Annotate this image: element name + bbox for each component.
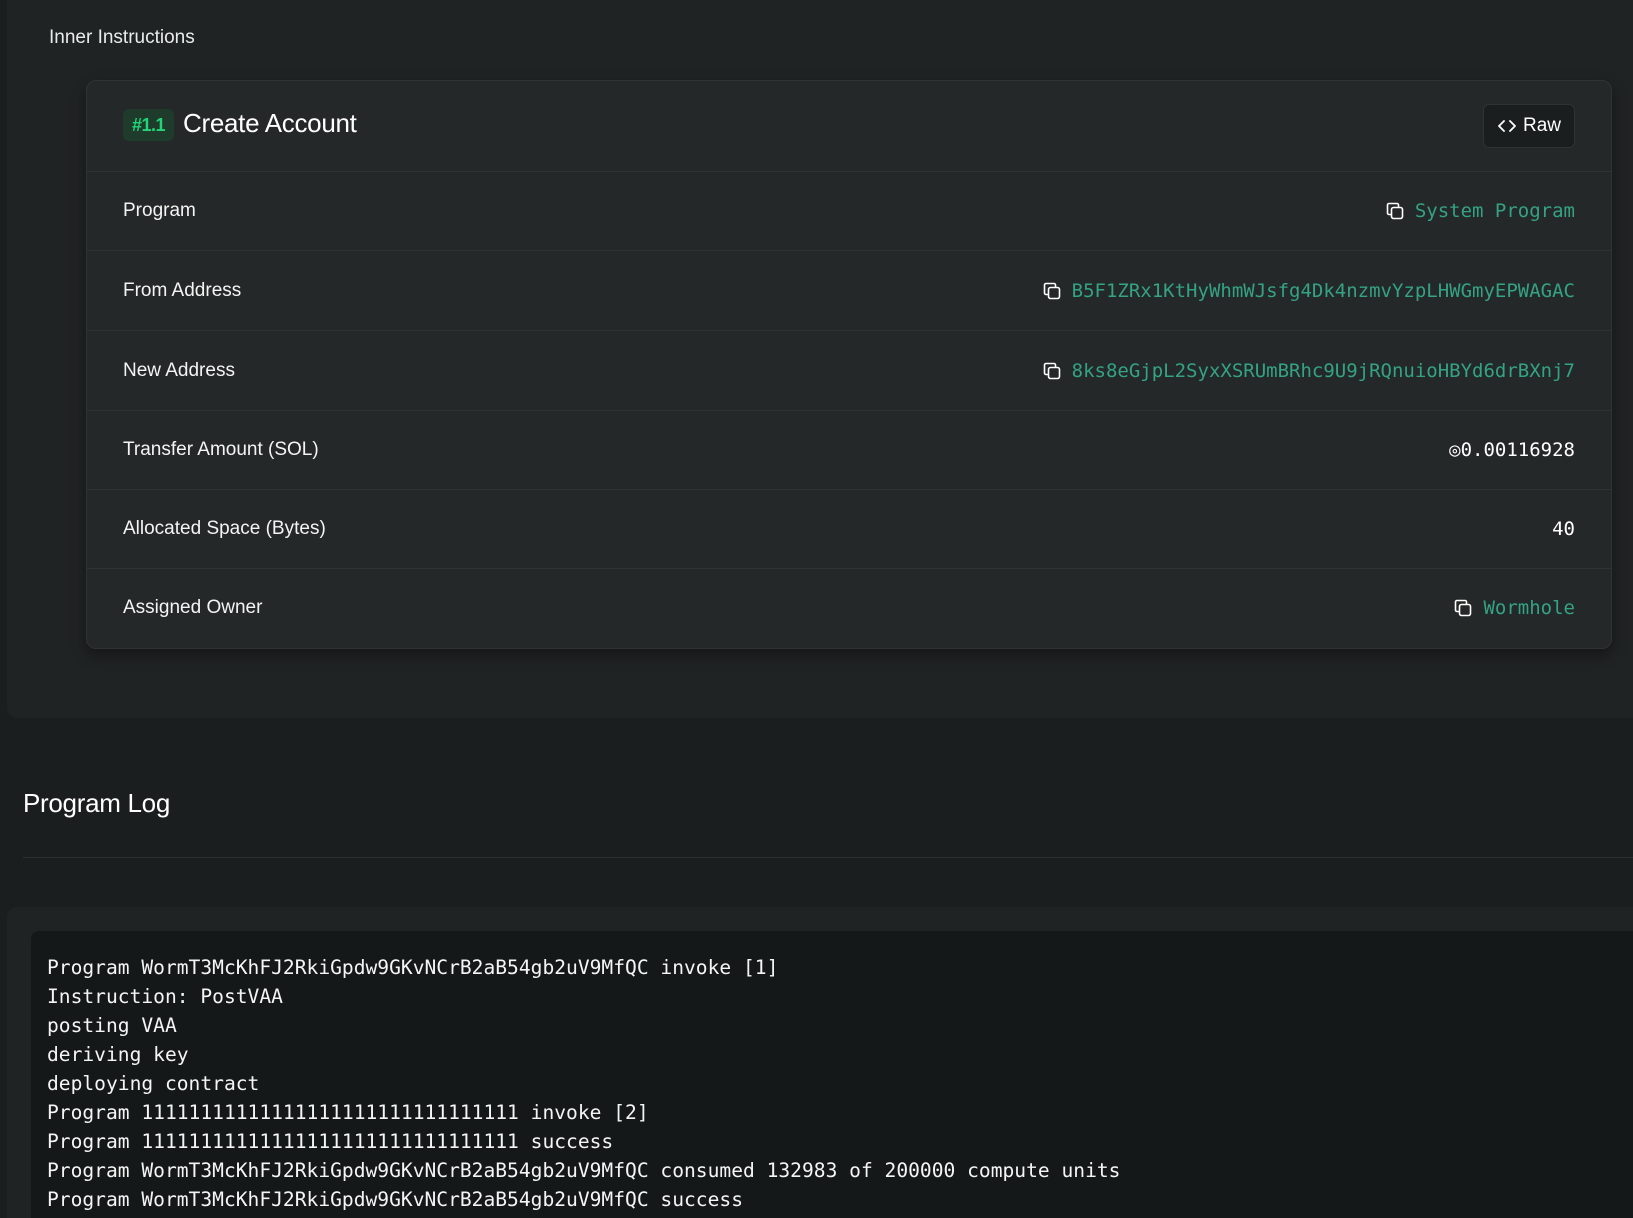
allocated-space-value: 40 [1552, 518, 1575, 540]
instruction-title: Create Account [183, 108, 357, 138]
copy-icon[interactable] [1042, 281, 1062, 301]
inner-instructions-title: Inner Instructions [49, 27, 195, 48]
row-label: Program [123, 200, 196, 221]
log-line: posting VAA [47, 1014, 177, 1037]
instruction-header: #1.1 Create Account Raw [87, 81, 1611, 172]
log-line: Program WormT3McKhFJ2RkiGpdw9GKvNCrB2aB5… [47, 956, 779, 979]
program-log-box: Program WormT3McKhFJ2RkiGpdw9GKvNCrB2aB5… [31, 931, 1633, 1218]
row-value[interactable]: 8ks8eGjpL2SyxXSRUmBRhc9U9jRQnuioHBYd6drB… [1072, 360, 1575, 382]
log-line: deploying contract [47, 1072, 260, 1095]
from-address-link[interactable]: B5F1ZRx1KtHyWhmWJsfg4Dk4nzmvYzpLHWGmyEPW… [1042, 280, 1575, 302]
raw-button-label: Raw [1522, 115, 1561, 136]
row-value[interactable]: B5F1ZRx1KtHyWhmWJsfg4Dk4nzmvYzpLHWGmyEPW… [1072, 280, 1575, 302]
row-value[interactable]: System Program [1415, 200, 1575, 222]
assigned-owner-link[interactable]: Wormhole [1453, 597, 1575, 619]
program-log-panel: Program WormT3McKhFJ2RkiGpdw9GKvNCrB2aB5… [7, 907, 1633, 1218]
row-label: From Address [123, 279, 242, 301]
divider [23, 857, 1633, 858]
code-icon [1497, 116, 1517, 136]
log-line: Program WormT3McKhFJ2RkiGpdw9GKvNCrB2aB5… [47, 1188, 743, 1211]
row-assigned-owner: Assigned Owner Wormhole [87, 569, 1611, 647]
log-line: deriving key [47, 1043, 189, 1066]
row-program: Program System Program [87, 172, 1611, 251]
log-line: Program 11111111111111111111111111111111… [47, 1130, 614, 1153]
transfer-amount-value: ◎0.00116928 [1449, 439, 1575, 461]
instruction-card: #1.1 Create Account Raw Program System P… [86, 80, 1612, 649]
row-label: Assigned Owner [123, 597, 263, 618]
inner-instructions-panel: Inner Instructions #1.1 Create Account R… [7, 0, 1633, 718]
page: Inner Instructions #1.1 Create Account R… [0, 0, 1633, 1218]
log-line: Program WormT3McKhFJ2RkiGpdw9GKvNCrB2aB5… [47, 1159, 1121, 1182]
row-from-address: From Address B5F1ZRx1KtHyWhmWJsfg4Dk4nzm… [87, 251, 1611, 331]
row-value[interactable]: Wormhole [1483, 597, 1575, 619]
row-label: Transfer Amount (SOL) [123, 439, 319, 460]
row-allocated-space: Allocated Space (Bytes) 40 [87, 490, 1611, 569]
new-address-link[interactable]: 8ks8eGjpL2SyxXSRUmBRhc9U9jRQnuioHBYd6drB… [1042, 360, 1575, 382]
raw-button[interactable]: Raw [1482, 104, 1575, 148]
program-link[interactable]: System Program [1385, 200, 1575, 222]
copy-icon[interactable] [1453, 598, 1473, 618]
log-line: Program 11111111111111111111111111111111… [47, 1101, 649, 1124]
row-label: Allocated Space (Bytes) [123, 518, 326, 539]
program-log-title: Program Log [23, 788, 170, 818]
row-new-address: New Address 8ks8eGjpL2SyxXSRUmBRhc9U9jRQ… [87, 331, 1611, 411]
copy-icon[interactable] [1042, 361, 1062, 381]
log-line: Instruction: PostVAA [47, 985, 283, 1008]
copy-icon[interactable] [1385, 201, 1405, 221]
row-label: New Address [123, 359, 235, 381]
instruction-index-badge: #1.1 [123, 109, 175, 141]
row-transfer-amount: Transfer Amount (SOL) ◎0.00116928 [87, 411, 1611, 490]
